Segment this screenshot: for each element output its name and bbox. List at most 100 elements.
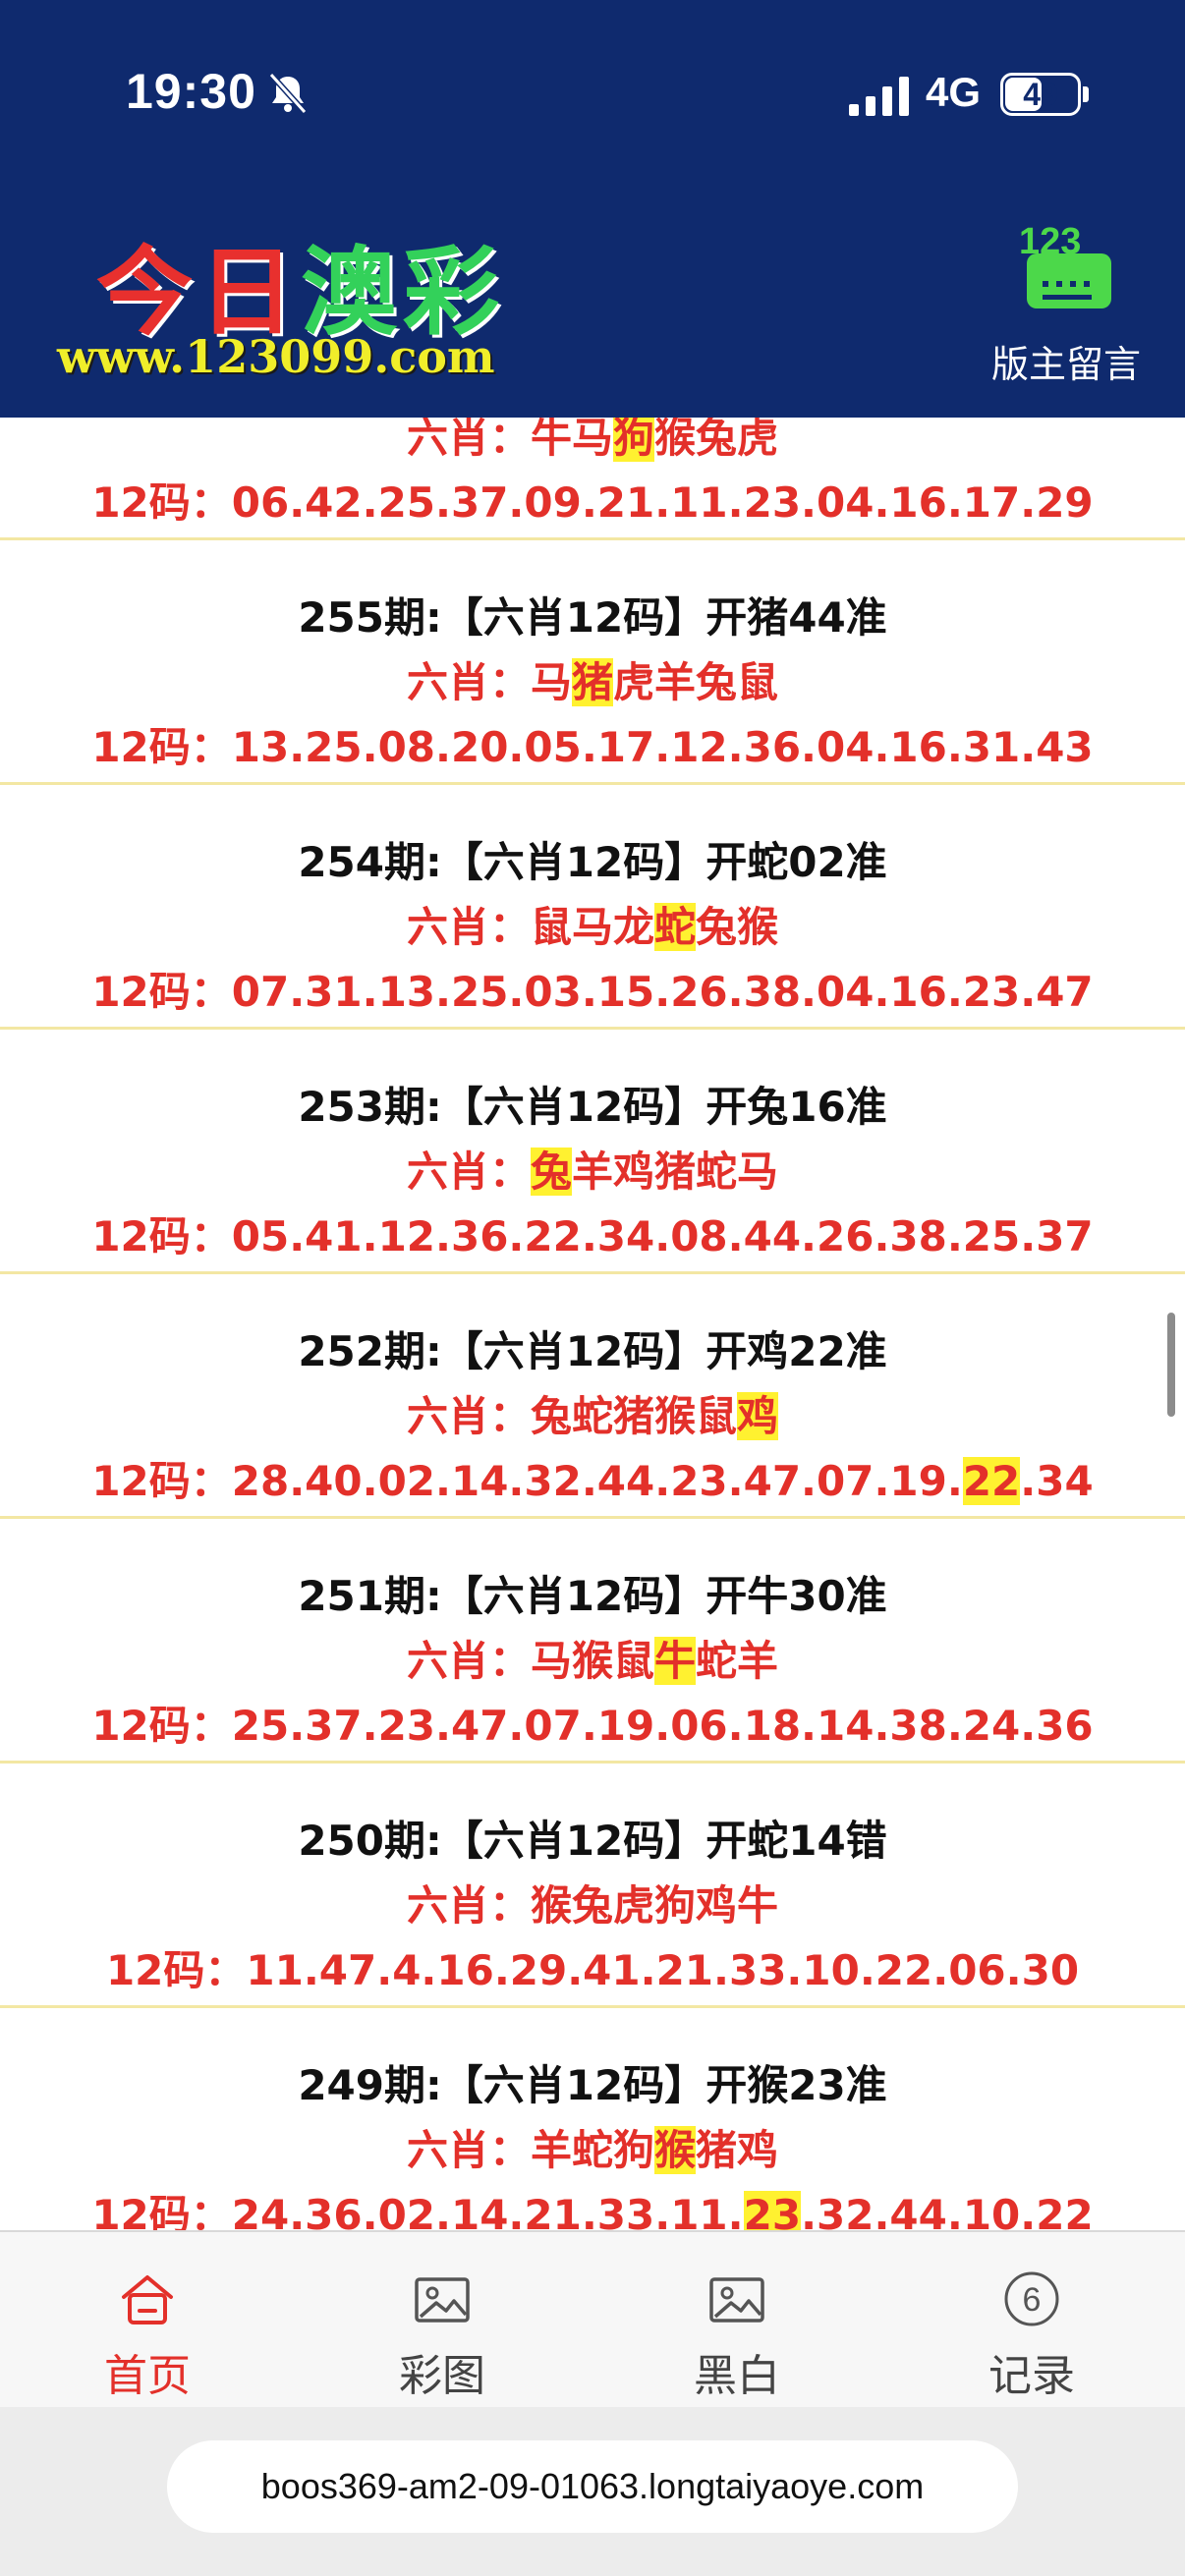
zodiac-highlight: 猪 bbox=[572, 658, 614, 706]
logo-url: www.123099.com bbox=[57, 330, 495, 383]
codes-label: 12码： bbox=[91, 1212, 232, 1260]
list-item: 251期:【六肖12码】开牛30准 六肖：马猴鼠牛蛇羊 12码：25.37.23… bbox=[0, 1519, 1185, 1764]
image-icon bbox=[415, 2277, 470, 2323]
zodiac-text: 蛇羊 bbox=[696, 1637, 779, 1685]
codes-text: .34 bbox=[1020, 1457, 1094, 1505]
zodiac-line: 六肖：鼠马龙蛇兔猴 bbox=[0, 894, 1185, 954]
entry-title: 250期:【六肖12码】开蛇14错 bbox=[298, 1817, 887, 1865]
zodiac-line: 六肖：马猪虎羊兔鼠 bbox=[0, 649, 1185, 709]
zodiac-line: 六肖：兔羊鸡猪蛇马 bbox=[0, 1139, 1185, 1199]
zodiac-text: 羊蛇狗 bbox=[530, 2126, 654, 2174]
list-item: 253期:【六肖12码】开兔16准 六肖：兔羊鸡猪蛇马 12码：05.41.12… bbox=[0, 1030, 1185, 1274]
zodiac-line: 六肖：羊蛇狗猴猪鸡 bbox=[0, 2117, 1185, 2177]
codes-text: .32.44.10.22 bbox=[801, 2191, 1094, 2230]
tab-color-images[interactable]: 彩图 bbox=[295, 2232, 590, 2409]
zodiac-label: 六肖： bbox=[406, 658, 531, 706]
entry-title: 254期:【六肖12码】开蛇02准 bbox=[298, 838, 887, 886]
entry-title: 251期:【六肖12码】开牛30准 bbox=[298, 1572, 887, 1620]
codes-line: 12码：28.40.02.14.32.44.23.47.07.19.22.34 bbox=[0, 1448, 1185, 1508]
zodiac-text: 羊鸡猪蛇马 bbox=[572, 1148, 779, 1196]
codes-label: 12码： bbox=[91, 1702, 232, 1750]
zodiac-label: 六肖： bbox=[406, 903, 531, 951]
zodiac-line: 六肖：兔蛇猪猴鼠鸡 bbox=[0, 1383, 1185, 1443]
zodiac-highlight: 兔 bbox=[530, 1148, 572, 1196]
app-header: 19:30 4G 49 今日澳彩 www.123099.com 123 版主留言 bbox=[0, 0, 1185, 418]
codes-text: 05.41.12.36.22.34.08.44.26.38.25.37 bbox=[231, 1212, 1094, 1260]
signal-icon bbox=[849, 77, 909, 116]
entry-title: 253期:【六肖12码】开兔16准 bbox=[298, 1083, 887, 1131]
status-time: 19:30 bbox=[126, 64, 256, 119]
zodiac-label: 六肖： bbox=[406, 1148, 531, 1196]
zodiac-line: 六肖：猴兔虎狗鸡牛 bbox=[0, 1873, 1185, 1932]
codes-text: 07.31.13.25.03.15.26.38.04.16.23.47 bbox=[231, 968, 1094, 1016]
codes-text: 13.25.08.20.05.17.12.36.04.16.31.43 bbox=[231, 723, 1094, 771]
record-icon: 6 bbox=[1004, 2271, 1059, 2326]
zodiac-highlight: 蛇 bbox=[654, 903, 697, 951]
zodiac-highlight: 狗 bbox=[613, 418, 655, 462]
zodiac-text: 猴兔虎狗鸡牛 bbox=[531, 1881, 779, 1930]
address-url: boos369-am2-09-01063.longtaiyaoye.com bbox=[260, 2466, 925, 2506]
network-type: 4G bbox=[926, 69, 982, 115]
browser-bottom-bar: boos369-am2-09-01063.longtaiyaoye.com bbox=[0, 2407, 1185, 2576]
owner-message-button[interactable]: 123 版主留言 bbox=[988, 224, 1145, 391]
zodiac-highlight: 鸡 bbox=[737, 1392, 779, 1440]
zodiac-text: 猴兔虎 bbox=[654, 418, 779, 462]
zodiac-text: 虎羊兔鼠 bbox=[613, 658, 779, 706]
zodiac-highlight: 猴 bbox=[654, 2126, 697, 2174]
codes-line: 12码：11.47.4.16.29.41.21.33.10.22.06.30 bbox=[0, 1937, 1185, 1997]
zodiac-label: 六肖： bbox=[406, 1881, 531, 1930]
codes-label: 12码： bbox=[91, 968, 232, 1016]
tab-black-white[interactable]: 黑白 bbox=[590, 2232, 884, 2409]
zodiac-highlight: 牛 bbox=[654, 1637, 697, 1685]
tab-home-label: 首页 bbox=[104, 2351, 191, 2401]
list-item: 六肖：牛马狗猴兔虎 12码：06.42.25.37.09.21.11.23.04… bbox=[0, 418, 1185, 540]
entry-title: 255期:【六肖12码】开猪44准 bbox=[298, 593, 887, 642]
codes-line: 12码：06.42.25.37.09.21.11.23.04.16.17.29 bbox=[0, 470, 1185, 530]
codes-highlight: 23 bbox=[743, 2191, 802, 2230]
zodiac-text: 马猴鼠 bbox=[530, 1637, 654, 1685]
codes-highlight: 22 bbox=[962, 1457, 1021, 1505]
address-bar[interactable]: boos369-am2-09-01063.longtaiyaoye.com bbox=[167, 2440, 1018, 2533]
message-board-icon: 123 bbox=[1019, 224, 1111, 308]
zodiac-label: 六肖： bbox=[406, 418, 531, 462]
zodiac-text: 兔蛇猪猴鼠 bbox=[530, 1392, 737, 1440]
zodiac-text: 马 bbox=[530, 658, 572, 706]
record-icon-text: 6 bbox=[1023, 2281, 1042, 2319]
owner-message-label: 版主留言 bbox=[990, 343, 1141, 386]
codes-line: 12码：25.37.23.47.07.19.06.18.14.38.24.36 bbox=[0, 1693, 1185, 1753]
image-icon bbox=[709, 2277, 764, 2323]
zodiac-line: 六肖：牛马狗猴兔虎 bbox=[0, 418, 1185, 465]
list-item: 255期:【六肖12码】开猪44准 六肖：马猪虎羊兔鼠 12码：13.25.08… bbox=[0, 540, 1185, 785]
zodiac-text: 兔猴 bbox=[696, 903, 779, 951]
zodiac-label: 六肖： bbox=[406, 1637, 531, 1685]
owner-icon-text: 123 bbox=[1019, 224, 1081, 262]
list-item: 252期:【六肖12码】开鸡22准 六肖：兔蛇猪猴鼠鸡 12码：28.40.02… bbox=[0, 1274, 1185, 1519]
codes-label: 12码： bbox=[91, 2191, 232, 2230]
codes-label: 12码： bbox=[91, 723, 232, 771]
codes-line: 12码：13.25.08.20.05.17.12.36.04.16.31.43 bbox=[0, 714, 1185, 774]
tab-records-label: 记录 bbox=[988, 2351, 1075, 2401]
battery-tip bbox=[1083, 86, 1089, 102]
tab-records[interactable]: 6 记录 bbox=[884, 2232, 1179, 2409]
codes-label: 12码： bbox=[91, 1457, 232, 1505]
codes-line: 12码：05.41.12.36.22.34.08.44.26.38.25.37 bbox=[0, 1204, 1185, 1263]
prediction-list[interactable]: 六肖：牛马狗猴兔虎 12码：06.42.25.37.09.21.11.23.04… bbox=[0, 418, 1185, 2230]
zodiac-text: 猪鸡 bbox=[696, 2126, 779, 2174]
zodiac-text: 牛马 bbox=[530, 418, 613, 462]
codes-text: 11.47.4.16.29.41.21.33.10.22.06.30 bbox=[246, 1946, 1080, 1994]
scrollbar[interactable] bbox=[1167, 1313, 1175, 1417]
zodiac-text: 鼠马龙 bbox=[530, 903, 654, 951]
bottom-tab-bar: 首页 彩图 黑白 6 记录 bbox=[0, 2230, 1185, 2407]
codes-label: 12码： bbox=[105, 1946, 247, 1994]
codes-text: 28.40.02.14.32.44.23.47.07.19. bbox=[231, 1457, 963, 1505]
codes-text: 06.42.25.37.09.21.11.23.04.16.17.29 bbox=[231, 478, 1094, 527]
home-icon bbox=[122, 2275, 173, 2324]
codes-text: 25.37.23.47.07.19.06.18.14.38.24.36 bbox=[231, 1702, 1094, 1750]
list-item: 250期:【六肖12码】开蛇14错 六肖：猴兔虎狗鸡牛 12码：11.47.4.… bbox=[0, 1764, 1185, 2008]
tab-black-white-label: 黑白 bbox=[694, 2351, 780, 2401]
tab-color-images-label: 彩图 bbox=[399, 2351, 485, 2401]
codes-line: 12码：07.31.13.25.03.15.26.38.04.16.23.47 bbox=[0, 959, 1185, 1019]
tab-home[interactable]: 首页 bbox=[0, 2232, 295, 2409]
entry-title: 252期:【六肖12码】开鸡22准 bbox=[298, 1327, 887, 1375]
entry-title: 249期:【六肖12码】开猴23准 bbox=[298, 2061, 887, 2109]
